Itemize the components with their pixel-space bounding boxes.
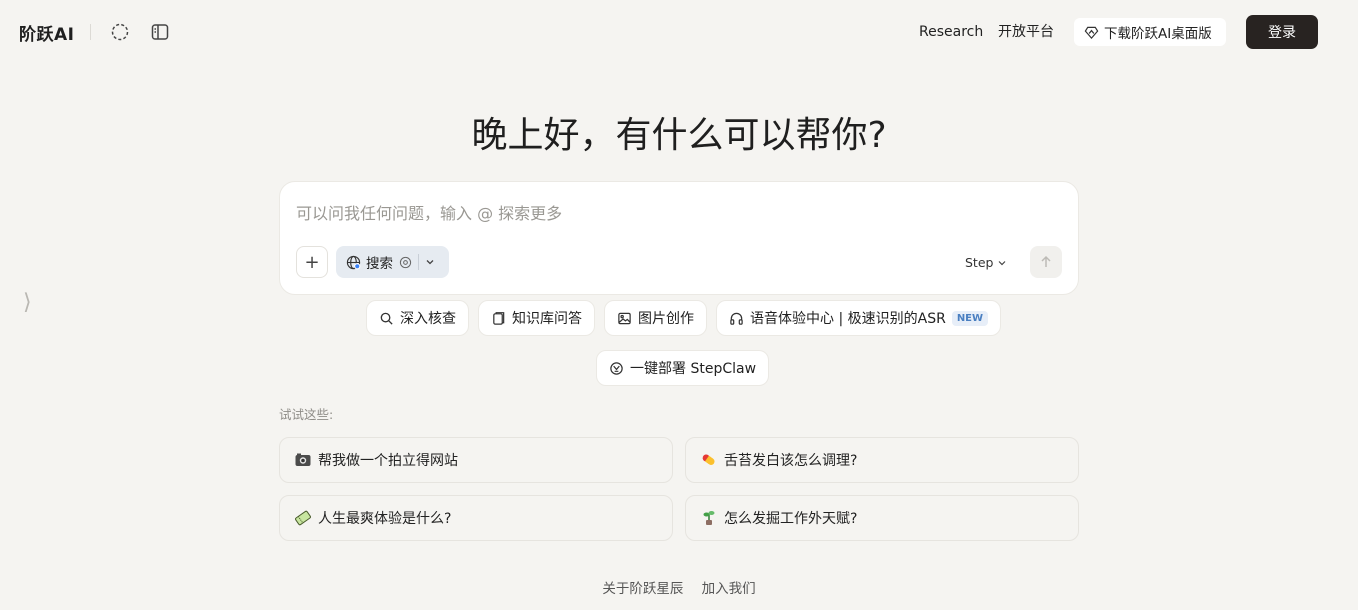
suggestion-label: 帮我做一个拍立得网站 xyxy=(318,453,458,469)
new-badge: NEW xyxy=(951,310,989,326)
gem-icon xyxy=(1084,26,1099,39)
knowledge-base-icon xyxy=(493,311,505,325)
camera-icon xyxy=(295,453,311,466)
feature-label: 知识库问答 xyxy=(512,311,582,327)
suggestions-title: 试试这些: xyxy=(279,407,334,422)
composer: + 搜索 Step xyxy=(279,181,1079,295)
feature-label: 深入核查 xyxy=(400,311,456,327)
image-icon xyxy=(618,312,631,324)
plant-icon xyxy=(703,511,715,525)
sidebar-toggle-icon[interactable] xyxy=(149,21,171,43)
chevron-down-icon[interactable] xyxy=(425,257,435,267)
download-desktop-button[interactable]: 下载阶跃AI桌面版 xyxy=(1074,18,1226,46)
new-chat-icon[interactable] xyxy=(109,21,131,43)
pill-icon xyxy=(702,454,715,465)
feature-label: 语音体验中心 | 极速识别的ASR xyxy=(750,311,946,327)
search-toggle-button[interactable]: 搜索 xyxy=(336,246,449,278)
feature-label: 一键部署 StepClaw xyxy=(630,361,757,377)
top-bar: 阶跃AI Research 开放平台 下载阶跃AI桌面版 登录 xyxy=(0,0,1358,64)
feature-label: 图片创作 xyxy=(638,311,694,327)
suggestion-label: 怎么发掘工作外天赋? xyxy=(724,511,858,527)
plus-icon: + xyxy=(304,251,320,273)
magnifier-icon xyxy=(380,312,393,325)
footer-links: 关于阶跃星辰 加入我们 xyxy=(0,577,1358,597)
suggestion-label: 人生最爽体验是什么? xyxy=(318,511,452,527)
ticket-icon xyxy=(295,510,311,526)
model-label: Step xyxy=(965,255,994,270)
search-engine-icon xyxy=(399,256,412,268)
claw-icon xyxy=(610,361,623,375)
suggestion-label: 舌苔发白该怎么调理? xyxy=(724,453,858,469)
send-button[interactable] xyxy=(1030,246,1062,278)
globe-icon xyxy=(346,255,361,269)
suggestion-card[interactable]: 帮我做一个拍立得网站 xyxy=(279,437,673,483)
suggestion-card[interactable]: 舌苔发白该怎么调理? xyxy=(685,437,1079,483)
headphones-icon xyxy=(730,312,743,325)
footer-about-link[interactable]: 关于阶跃星辰 xyxy=(602,581,683,597)
suggestion-card[interactable]: 怎么发掘工作外天赋? xyxy=(685,495,1079,541)
add-attachment-button[interactable]: + xyxy=(296,246,328,278)
nav-open-platform[interactable]: 开放平台 xyxy=(998,22,1054,42)
login-button[interactable]: 登录 xyxy=(1246,15,1318,49)
model-selector[interactable]: Step xyxy=(965,255,1007,270)
arrow-up-icon xyxy=(1041,255,1051,267)
feature-knowledge-base[interactable]: 知识库问答 xyxy=(478,300,595,336)
app-logo[interactable]: 阶跃AI xyxy=(19,20,74,45)
chat-input[interactable] xyxy=(296,200,1056,226)
feature-stepclaw[interactable]: 一键部署 StepClaw xyxy=(596,350,770,386)
feature-deep-verify[interactable]: 深入核查 xyxy=(366,300,469,336)
chevron-down-icon xyxy=(999,260,1006,265)
chip-divider xyxy=(418,254,419,270)
download-label: 下载阶跃AI桌面版 xyxy=(1104,26,1212,42)
feature-image-creation[interactable]: 图片创作 xyxy=(604,300,707,336)
feature-voice-center[interactable]: 语音体验中心 | 极速识别的ASR NEW xyxy=(716,300,1002,336)
nav-research[interactable]: Research xyxy=(919,22,983,42)
search-label: 搜索 xyxy=(366,256,393,272)
expand-sidebar-chevron-icon[interactable]: ⟩ xyxy=(23,290,32,315)
suggestion-card[interactable]: 人生最爽体验是什么? xyxy=(279,495,673,541)
header-divider xyxy=(90,24,91,40)
greeting-title: 晚上好，有什么可以帮你? xyxy=(471,115,887,156)
footer-join-link[interactable]: 加入我们 xyxy=(702,581,756,597)
